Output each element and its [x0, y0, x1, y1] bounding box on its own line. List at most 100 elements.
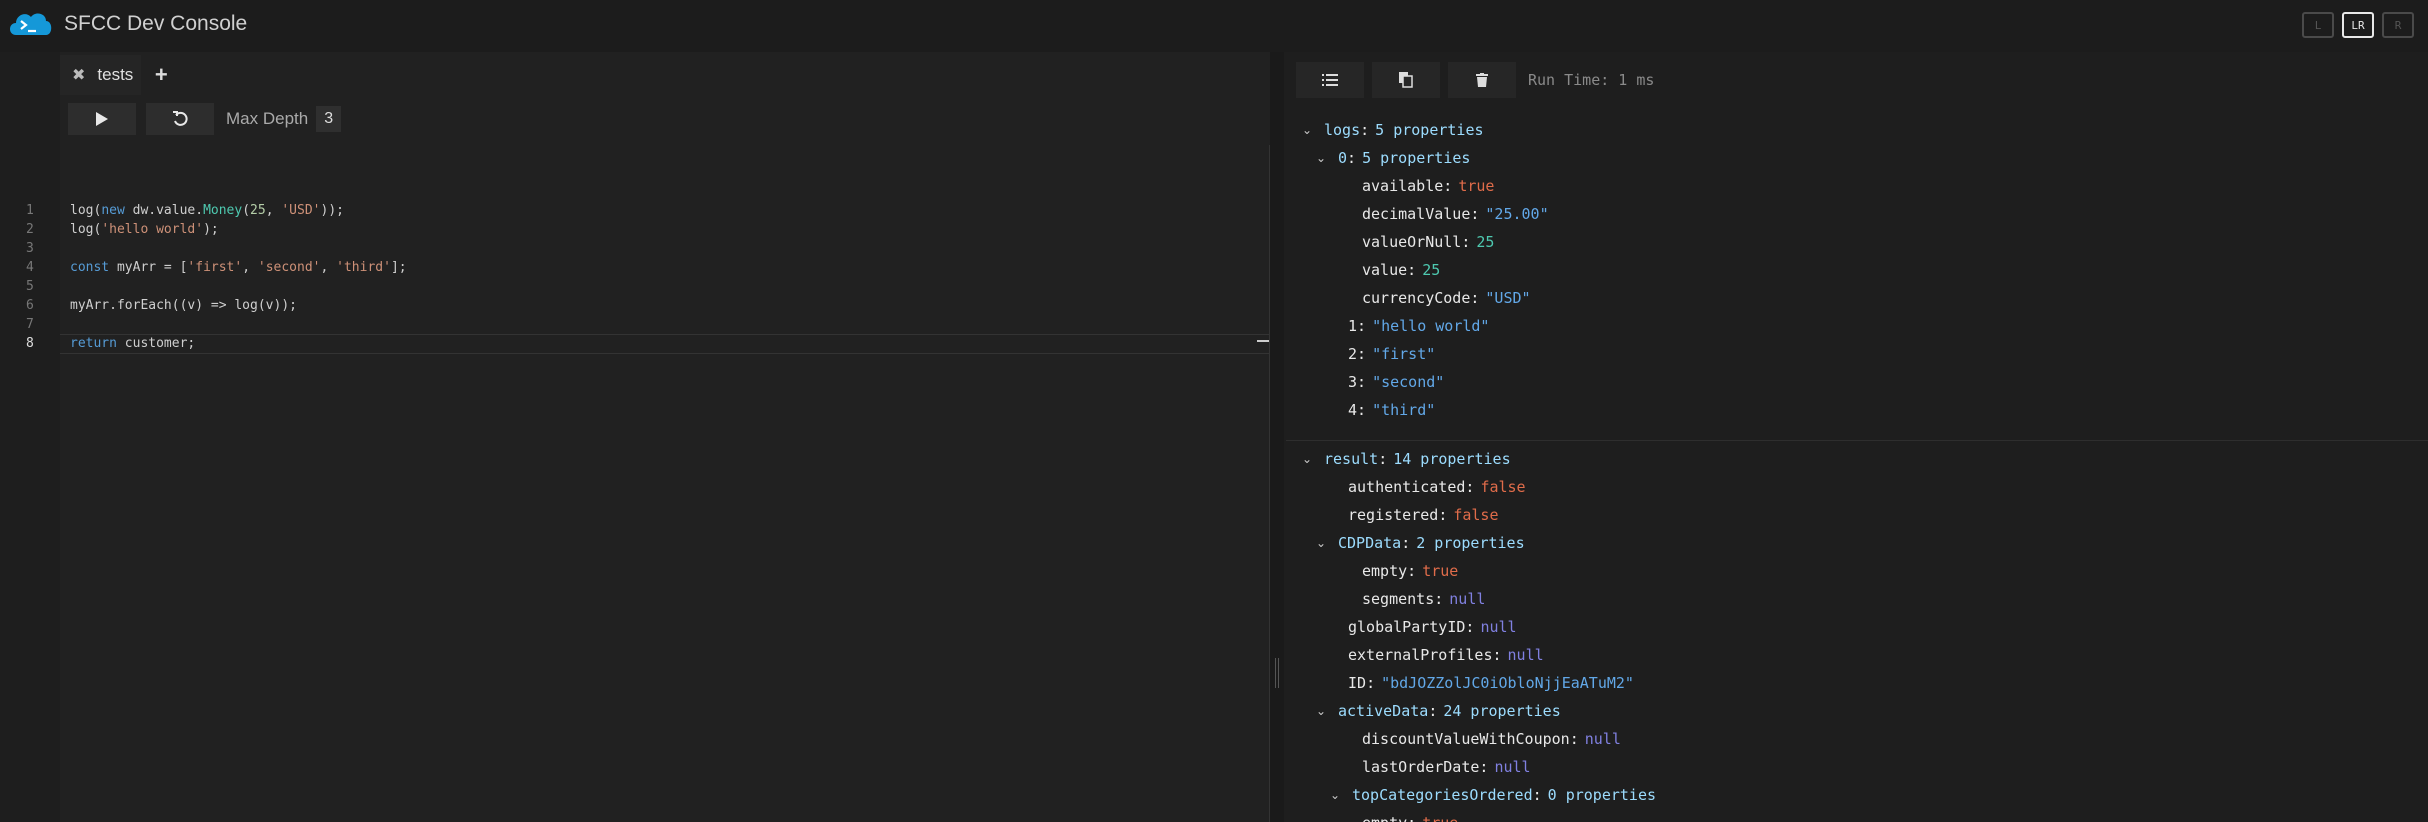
leaf-value: false — [1480, 478, 1526, 496]
leaf-value: null — [1449, 590, 1486, 608]
leaf-value: "third" — [1372, 401, 1436, 419]
line-numbers: 1 2 3 4 5 6 7 8 — [0, 201, 60, 353]
leaf-value: null — [1584, 730, 1621, 748]
tree-node-activedata[interactable]: ⌄ activeData: 24 properties — [1286, 697, 2428, 725]
leaf-value: false — [1453, 506, 1499, 524]
copy-button[interactable] — [1372, 62, 1440, 98]
leaf-value: "second" — [1372, 373, 1445, 391]
code-line: log(new dw.value.Money(25, 'USD')); — [70, 203, 344, 218]
tree-leaf: 2: "first" — [1348, 345, 1436, 363]
node-summary: 5 properties — [1375, 121, 1484, 139]
tree-node-topcategories[interactable]: ⌄ topCategoriesOrdered: 0 properties — [1286, 781, 2428, 809]
leaf-value: "USD" — [1485, 289, 1531, 307]
tree-leaf: empty: true — [1286, 809, 2428, 822]
tree-leaf: valueOrNull: 25 — [1362, 233, 1495, 251]
leaf-value: "first" — [1372, 345, 1436, 363]
node-key: logs — [1324, 121, 1361, 139]
pane-splitter[interactable] — [1270, 52, 1284, 822]
editor-pane: ✖ tests + Max Depth 3 1 2 3 4 5 6 7 8 lo… — [26, 52, 1270, 822]
clear-button[interactable] — [1448, 62, 1516, 98]
chevron-down-icon[interactable]: ⌄ — [1298, 123, 1316, 137]
layout-switcher: L LR R — [2302, 12, 2414, 38]
tree-leaf: 1: "hello world" — [1348, 317, 1490, 335]
max-depth-input[interactable]: 3 — [316, 106, 342, 132]
tree-leaf: globalPartyID: null — [1348, 618, 1517, 636]
node-summary: 24 properties — [1443, 702, 1561, 720]
code-editor[interactable]: 1 2 3 4 5 6 7 8 log(new dw.value.Money(2… — [26, 146, 1270, 822]
tree-node-logs[interactable]: ⌄ logs: 5 properties — [1286, 116, 2428, 144]
close-tab-icon[interactable]: ✖ — [72, 65, 85, 85]
logs-tree: ⌄ logs: 5 properties ⌄ 0: 5 properties a… — [1286, 116, 2428, 424]
code-line: return customer; — [70, 336, 196, 351]
line-number: 3 — [26, 241, 34, 256]
leaf-value: null — [1480, 618, 1517, 636]
run-button[interactable] — [68, 103, 136, 135]
node-summary: 5 properties — [1362, 149, 1471, 167]
line-number: 1 — [26, 203, 34, 218]
undo-icon — [173, 111, 188, 126]
tree-leaf: ID: "bdJOZZolJC0iObloNjjEaATuM2" — [1348, 674, 1634, 692]
app-title: SFCC Dev Console — [64, 12, 248, 35]
chevron-down-icon[interactable]: ⌄ — [1312, 151, 1330, 165]
leaf-value: "hello world" — [1372, 317, 1490, 335]
leaf-value: null — [1507, 646, 1544, 664]
layout-left-button[interactable]: L — [2302, 12, 2334, 38]
list-view-button[interactable] — [1296, 62, 1364, 98]
node-summary: 14 properties — [1393, 450, 1511, 468]
code-line: const myArr = ['first', 'second', 'third… — [70, 260, 407, 275]
layout-right-button[interactable]: R — [2382, 12, 2414, 38]
editor-tabbar: ✖ tests + — [60, 55, 181, 95]
tab-label: tests — [97, 65, 134, 84]
tree-leaf: 4: "third" — [1348, 401, 1436, 419]
chevron-down-icon[interactable]: ⌄ — [1298, 452, 1316, 466]
left-gutter-strip — [0, 52, 60, 822]
node-summary: 2 properties — [1416, 534, 1525, 552]
tree-leaf: 3: "second" — [1348, 373, 1445, 391]
list-icon — [1322, 74, 1338, 86]
leaf-value: "25.00" — [1485, 205, 1549, 223]
output-pane: Run Time: 1 ms ⌄ logs: 5 properties ⌄ 0:… — [1286, 52, 2428, 822]
tree-leaf: segments: null — [1362, 590, 1486, 608]
line-number: 8 — [26, 336, 34, 351]
tree-leaf: currencyCode: "USD" — [1362, 289, 1531, 307]
tree-leaf: discountValueWithCoupon: null — [1362, 730, 1621, 748]
tree-leaf: authenticated: false — [1348, 478, 1526, 496]
line-number: 6 — [26, 298, 34, 313]
tree-leaf: decimalValue: "25.00" — [1362, 205, 1549, 223]
code-line: log('hello world'); — [70, 222, 219, 237]
add-tab-button[interactable]: + — [141, 55, 181, 95]
tab-tests[interactable]: ✖ tests — [60, 55, 142, 95]
leaf-value: true — [1422, 562, 1459, 580]
tree-leaf: available: true — [1362, 177, 1495, 195]
line-number: 5 — [26, 279, 34, 294]
chevron-down-icon[interactable]: ⌄ — [1326, 788, 1344, 802]
line-number: 4 — [26, 260, 34, 275]
chevron-down-icon[interactable]: ⌄ — [1312, 536, 1330, 550]
node-summary: 0 properties — [1547, 786, 1657, 804]
tree-node-log-0[interactable]: ⌄ 0: 5 properties — [1286, 144, 2428, 172]
salesforce-cloud-logo — [10, 13, 52, 35]
chevron-down-icon[interactable]: ⌄ — [1312, 704, 1330, 718]
leaf-value: 25 — [1476, 233, 1495, 251]
reset-button[interactable] — [146, 103, 214, 135]
tree-node-result[interactable]: ⌄ result: 14 properties — [1286, 445, 2428, 473]
play-icon — [96, 112, 108, 126]
splitter-grip-icon[interactable] — [1275, 658, 1279, 688]
line-number: 2 — [26, 222, 34, 237]
leaf-value: true — [1458, 177, 1495, 195]
copy-icon — [1399, 72, 1413, 88]
code-line: myArr.forEach((v) => log(v)); — [70, 298, 297, 313]
line-number: 7 — [26, 317, 34, 332]
trash-icon — [1476, 73, 1488, 87]
tree-node-cdpdata[interactable]: ⌄ CDPData: 2 properties — [1286, 529, 2428, 557]
leaf-value: true — [1422, 814, 1458, 822]
code-lines: log(new dw.value.Money(25, 'USD')); log(… — [70, 201, 407, 353]
result-tree: ⌄ result: 14 properties authenticated: f… — [1286, 440, 2428, 822]
layout-split-button[interactable]: LR — [2342, 12, 2374, 38]
app-header: SFCC Dev Console L LR R — [0, 0, 2428, 52]
tree-leaf: value: 25 — [1362, 261, 1441, 279]
leaf-value: 25 — [1422, 261, 1441, 279]
tree-leaf: registered: false — [1348, 506, 1499, 524]
